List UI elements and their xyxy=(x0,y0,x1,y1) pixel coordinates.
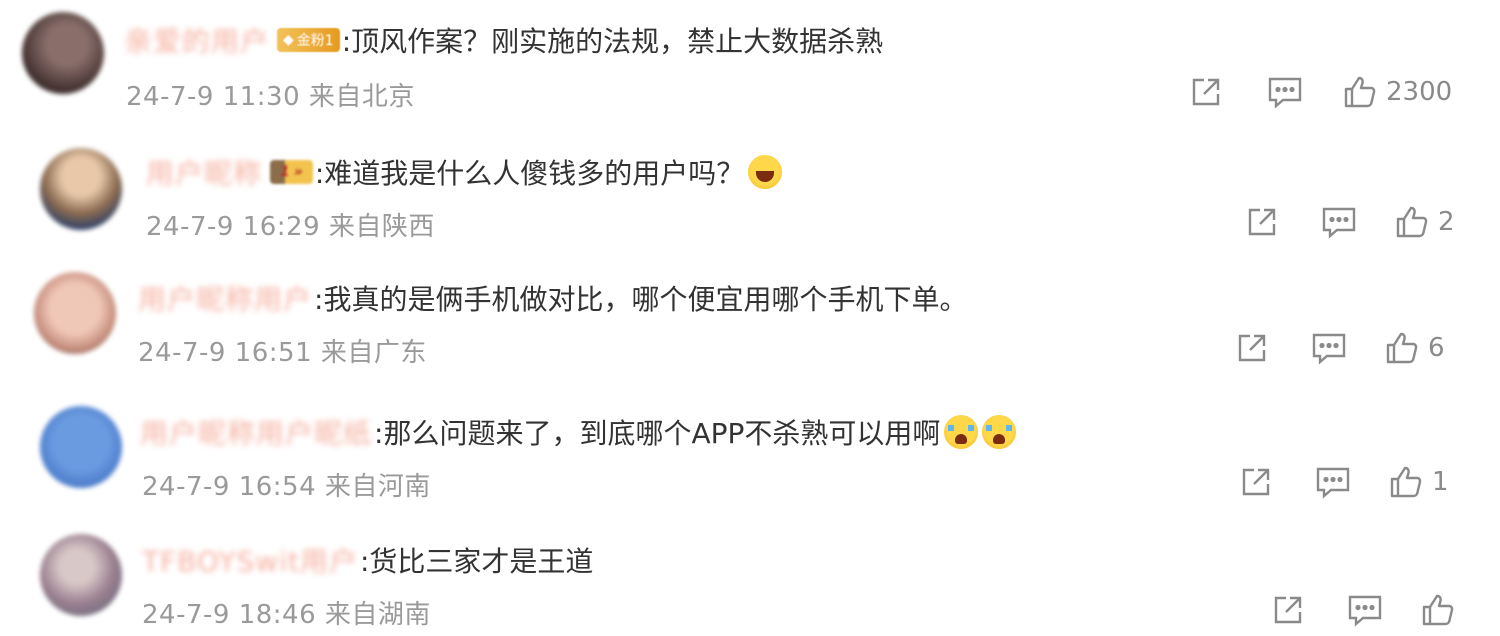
comment-date: 24-7-9 16:51 xyxy=(138,338,313,368)
comment-text: :难道我是什么人傻钱多的用户吗？ xyxy=(314,157,745,190)
avatar[interactable] xyxy=(40,406,122,488)
share-button[interactable] xyxy=(1244,204,1280,240)
avatar[interactable] xyxy=(34,272,116,354)
comment-text: :我真的是俩手机做对比，哪个便宜用哪个手机下单。 xyxy=(314,283,968,316)
comment-icon xyxy=(1312,333,1346,365)
username[interactable]: TFBOYSwit用户 xyxy=(142,540,358,580)
fan-badge-icon: ◆ xyxy=(283,32,294,48)
comment-date: 24-7-9 11:30 xyxy=(126,82,301,112)
comment-date: 24-7-9 16:54 xyxy=(142,472,317,502)
like-count: 2300 xyxy=(1386,77,1453,107)
reply-button[interactable] xyxy=(1310,330,1348,366)
comment-location: 来自北京 xyxy=(308,82,415,112)
like-count: 2 xyxy=(1438,207,1455,237)
chevron-right-icon: » xyxy=(293,164,303,180)
avatar[interactable] xyxy=(22,12,104,94)
thumbs-up-icon xyxy=(1422,594,1454,626)
share-icon xyxy=(1238,334,1266,362)
comment-text: :那么问题来了，到底哪个APP不杀熟可以用啊 xyxy=(374,417,941,450)
comment-icon xyxy=(1322,207,1356,239)
thumbs-up-icon xyxy=(1386,332,1418,364)
level-badge-label: 1 xyxy=(280,164,290,180)
like-button[interactable]: 2 xyxy=(1394,204,1455,240)
like-count: 6 xyxy=(1428,333,1445,363)
crying-emoji-icon xyxy=(982,415,1017,449)
share-button[interactable] xyxy=(1234,330,1270,366)
share-button[interactable] xyxy=(1238,464,1274,500)
crying-emoji-icon xyxy=(944,415,979,449)
comment-location: 来自河南 xyxy=(324,472,431,502)
share-button[interactable] xyxy=(1188,74,1224,110)
like-count: 1 xyxy=(1432,467,1449,497)
comment-date: 24-7-9 16:29 xyxy=(146,212,321,242)
like-button[interactable]: 1 xyxy=(1388,464,1449,500)
thumbs-up-icon xyxy=(1390,466,1422,498)
username[interactable]: 用户昵称用户 xyxy=(138,278,312,318)
reply-button[interactable] xyxy=(1346,592,1384,628)
comment-icon xyxy=(1348,595,1382,627)
username[interactable]: 用户昵称用户昵纸 xyxy=(140,412,372,452)
thumbs-up-icon xyxy=(1396,206,1428,238)
comment-date: 24-7-9 18:46 xyxy=(142,600,317,630)
fan-badge[interactable]: ◆ 金粉1 xyxy=(277,28,340,52)
like-button[interactable] xyxy=(1420,592,1464,628)
fan-badge-label: 金粉1 xyxy=(296,33,334,49)
level-badge[interactable]: 1 » xyxy=(270,160,313,184)
share-icon xyxy=(1192,78,1220,106)
reply-button[interactable] xyxy=(1314,464,1352,500)
avatar[interactable] xyxy=(40,148,122,230)
share-button[interactable] xyxy=(1270,592,1306,628)
thumbs-up-icon xyxy=(1344,76,1376,108)
comment-location: 来自陕西 xyxy=(328,212,435,242)
reply-button[interactable] xyxy=(1320,204,1358,240)
comment-icon xyxy=(1316,467,1350,499)
comment-icon xyxy=(1268,77,1302,109)
laughing-emoji-icon xyxy=(748,155,783,189)
like-button[interactable]: 6 xyxy=(1384,330,1445,366)
comment-location: 来自湖南 xyxy=(324,600,431,630)
comment-text: :顶风作案？刚实施的法规，禁止大数据杀熟 xyxy=(341,25,884,58)
username[interactable]: 亲爱的用户 xyxy=(124,20,269,60)
username[interactable]: 用户昵称 xyxy=(146,152,262,192)
share-icon xyxy=(1242,468,1270,496)
share-icon xyxy=(1248,208,1276,236)
avatar[interactable] xyxy=(40,534,122,616)
like-button[interactable]: 2300 xyxy=(1342,74,1452,110)
share-icon xyxy=(1274,596,1302,624)
comment-text: :货比三家才是王道 xyxy=(359,545,594,578)
comment-location: 来自广东 xyxy=(320,338,427,368)
reply-button[interactable] xyxy=(1266,74,1304,110)
